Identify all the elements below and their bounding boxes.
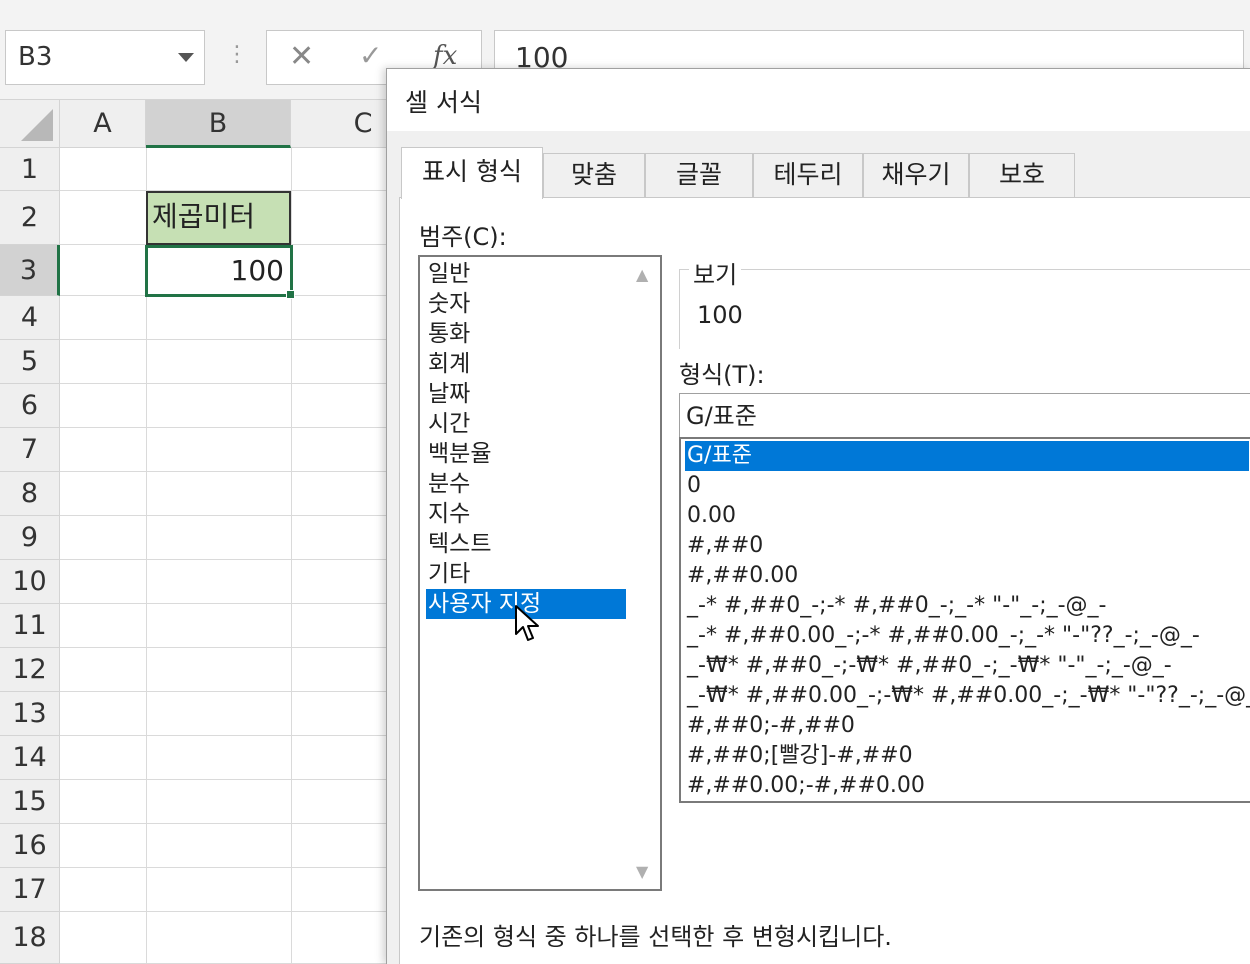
grid-line — [60, 823, 400, 824]
grid-line — [60, 339, 400, 340]
category-text[interactable]: 텍스트 — [426, 529, 491, 559]
format-item[interactable]: _-* #,##0_-;-* #,##0_-;_-* "-"_-;_-@_- — [685, 591, 1106, 621]
preview-group — [679, 269, 1250, 349]
tab-number[interactable]: 표시 형식 — [401, 147, 543, 199]
row-header-14[interactable]: 14 — [0, 736, 60, 780]
format-item[interactable]: #,##0.00 — [685, 561, 798, 591]
grid-line — [60, 559, 400, 560]
scroll-down-icon[interactable]: ▼ — [636, 862, 648, 881]
cell-b3-selected[interactable]: 100 — [145, 245, 293, 297]
category-general[interactable]: 일반 — [426, 259, 470, 289]
row-header-15[interactable]: 15 — [0, 780, 60, 824]
chevron-down-icon[interactable] — [178, 53, 194, 62]
category-special[interactable]: 기타 — [426, 559, 470, 589]
row-header-10[interactable]: 10 — [0, 560, 60, 604]
row-header-9[interactable]: 9 — [0, 516, 60, 560]
category-list[interactable]: 일반 숫자 통화 회계 날짜 시간 백분율 분수 지수 텍스트 기타 사용자 지… — [418, 255, 662, 891]
row-header-12[interactable]: 12 — [0, 648, 60, 692]
tab-fill[interactable]: 채우기 — [863, 153, 969, 197]
format-item[interactable]: 0 — [685, 471, 701, 501]
dialog-title: 셀 서식 — [405, 88, 482, 117]
format-list[interactable]: G/표준 0 0.00 #,##0 #,##0.00 _-* #,##0_-;-… — [679, 437, 1250, 803]
tab-protection[interactable]: 보호 — [969, 153, 1075, 197]
category-accounting[interactable]: 회계 — [426, 349, 470, 379]
row-header-16[interactable]: 16 — [0, 824, 60, 868]
format-hint-text: 기존의 형식 중 하나를 선택한 후 변형시킵니다. — [419, 923, 892, 951]
scroll-up-icon[interactable]: ▲ — [636, 265, 648, 284]
grid-line — [60, 867, 400, 868]
row-header-8[interactable]: 8 — [0, 472, 60, 516]
grid-line — [60, 383, 400, 384]
category-fraction[interactable]: 분수 — [426, 469, 470, 499]
insert-function-icon[interactable]: fx — [433, 41, 457, 71]
row-header-17[interactable]: 17 — [0, 868, 60, 912]
format-item[interactable]: #,##0.00;-#,##0.00 — [685, 771, 925, 801]
name-box-value: B3 — [18, 42, 53, 72]
grid-line — [60, 427, 400, 428]
format-item[interactable]: _-₩* #,##0.00_-;-₩* #,##0.00_-;_-₩* "-"?… — [685, 681, 1250, 711]
more-options-icon: ⋮ — [226, 42, 248, 67]
tab-alignment[interactable]: 맞춤 — [543, 153, 645, 197]
category-scrollbar[interactable]: ▲ ▼ — [626, 257, 660, 889]
category-currency[interactable]: 통화 — [426, 319, 470, 349]
column-header-b[interactable]: B — [146, 100, 291, 148]
preview-label: 보기 — [689, 255, 742, 290]
format-type-input[interactable]: G/표준 — [679, 393, 1250, 439]
row-header-6[interactable]: 6 — [0, 384, 60, 428]
row-header-1[interactable]: 1 — [0, 148, 60, 191]
tab-font[interactable]: 글꼴 — [645, 153, 753, 197]
tab-border[interactable]: 테두리 — [753, 153, 863, 197]
row-header-11[interactable]: 11 — [0, 604, 60, 648]
grid-line — [60, 515, 400, 516]
category-time[interactable]: 시간 — [426, 409, 470, 439]
row-header-2[interactable]: 2 — [0, 191, 60, 245]
grid-line — [60, 691, 400, 692]
format-item[interactable]: #,##0;-#,##0 — [685, 711, 855, 741]
row-header-7[interactable]: 7 — [0, 428, 60, 472]
format-item[interactable]: #,##0;[빨강]-#,##0 — [685, 741, 913, 771]
format-cells-dialog: 셀 서식 표시 형식 맞춤 글꼴 테두리 채우기 보호 범주(C): 일반 숫자… — [386, 68, 1250, 964]
name-box[interactable]: B3 — [5, 30, 205, 85]
grid-line — [60, 911, 400, 912]
column-header-a[interactable]: A — [60, 100, 146, 148]
format-item[interactable]: #,##0 — [685, 531, 763, 561]
row-header-4[interactable]: 4 — [0, 296, 60, 340]
cancel-icon[interactable]: ✕ — [289, 39, 314, 74]
grid-line — [60, 603, 400, 604]
select-all-button[interactable] — [0, 100, 60, 148]
fill-handle[interactable] — [286, 290, 295, 299]
preview-value: 100 — [697, 301, 743, 329]
select-all-icon — [21, 109, 53, 141]
category-number[interactable]: 숫자 — [426, 289, 470, 319]
category-label: 범주(C): — [419, 223, 507, 251]
grid-line — [60, 647, 400, 648]
format-type-label: 형식(T): — [679, 361, 765, 389]
row-header-18[interactable]: 18 — [0, 912, 60, 964]
category-date[interactable]: 날짜 — [426, 379, 470, 409]
format-item[interactable]: 0.00 — [685, 501, 736, 531]
grid-line — [60, 735, 400, 736]
format-item[interactable]: _-* #,##0.00_-;-* #,##0.00_-;_-* "-"??_-… — [685, 621, 1200, 651]
format-item[interactable]: G/표준 — [685, 441, 1249, 471]
row-header-3[interactable]: 3 — [0, 245, 60, 296]
category-scientific[interactable]: 지수 — [426, 499, 470, 529]
mouse-pointer-icon — [515, 605, 539, 641]
row-header-5[interactable]: 5 — [0, 340, 60, 384]
enter-icon[interactable]: ✓ — [359, 39, 382, 72]
grid-line — [60, 471, 400, 472]
grid-line — [60, 779, 400, 780]
category-percentage[interactable]: 백분율 — [426, 439, 491, 469]
row-header-13[interactable]: 13 — [0, 692, 60, 736]
cell-b2[interactable]: 제곱미터 — [146, 191, 291, 245]
format-item[interactable]: _-₩* #,##0_-;-₩* #,##0_-;_-₩* "-"_-;_-@_… — [685, 651, 1172, 681]
